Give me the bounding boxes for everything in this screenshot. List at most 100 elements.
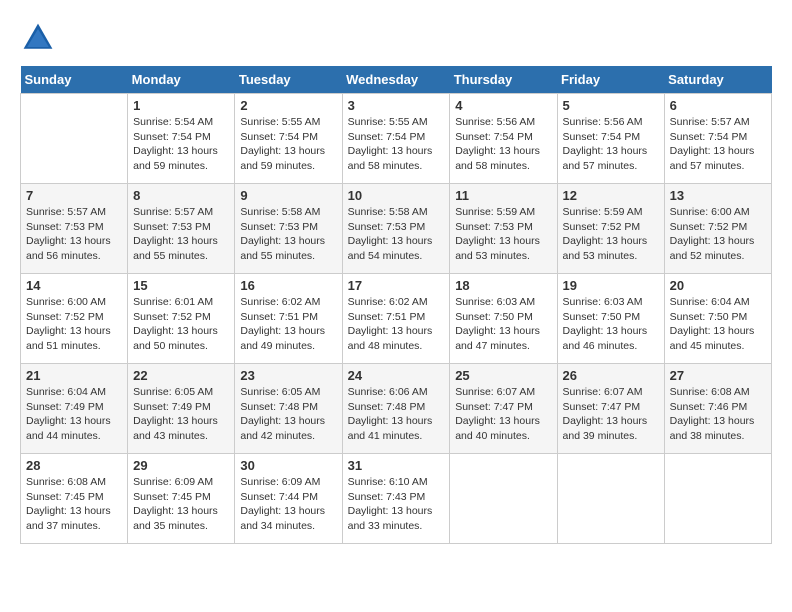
calendar-cell: 9 Sunrise: 5:58 AMSunset: 7:53 PMDaylight… [235,184,342,274]
day-number: 20 [670,278,766,293]
calendar-cell: 14 Sunrise: 6:00 AMSunset: 7:52 PMDayligh… [21,274,128,364]
calendar-cell: 21Sunrise: 6:04 AMSunset: 7:49 PMDayligh… [21,364,128,454]
weekday-header: Wednesday [342,66,450,94]
weekday-header: Sunday [21,66,128,94]
calendar-cell: 30 Sunrise: 6:09 AMSunset: 7:44 PMDayligh… [235,454,342,544]
day-info: Sunrise: 5:59 AMSunset: 7:53 PMDaylight:… [455,205,551,264]
weekday-header: Saturday [664,66,771,94]
calendar-cell: 15 Sunrise: 6:01 AMSunset: 7:52 PMDayligh… [128,274,235,364]
calendar-cell: 22 Sunrise: 6:05 AMSunset: 7:49 PMDayligh… [128,364,235,454]
day-number: 11 [455,188,551,203]
calendar-cell: 12 Sunrise: 5:59 AMSunset: 7:52 PMDayligh… [557,184,664,274]
calendar-cell: 29 Sunrise: 6:09 AMSunset: 7:45 PMDayligh… [128,454,235,544]
weekday-header-row: SundayMondayTuesdayWednesdayThursdayFrid… [21,66,772,94]
calendar-cell [450,454,557,544]
calendar-cell: 1 Sunrise: 5:54 AMSunset: 7:54 PMDaylight… [128,94,235,184]
day-info: Sunrise: 6:10 AMSunset: 7:43 PMDaylight:… [348,475,445,534]
day-info: Sunrise: 6:04 AMSunset: 7:50 PMDaylight:… [670,295,766,354]
day-info: Sunrise: 6:01 AMSunset: 7:52 PMDaylight:… [133,295,229,354]
day-number: 22 [133,368,229,383]
page-header [20,20,772,56]
calendar-cell: 3 Sunrise: 5:55 AMSunset: 7:54 PMDaylight… [342,94,450,184]
day-info: Sunrise: 6:08 AMSunset: 7:46 PMDaylight:… [670,385,766,444]
calendar-cell: 6Sunrise: 5:57 AMSunset: 7:54 PMDaylight… [664,94,771,184]
day-number: 31 [348,458,445,473]
day-info: Sunrise: 6:02 AMSunset: 7:51 PMDaylight:… [240,295,336,354]
day-info: Sunrise: 5:55 AMSunset: 7:54 PMDaylight:… [348,115,445,174]
calendar-cell: 11 Sunrise: 5:59 AMSunset: 7:53 PMDayligh… [450,184,557,274]
day-number: 4 [455,98,551,113]
logo [20,20,62,56]
calendar-week-row: 1 Sunrise: 5:54 AMSunset: 7:54 PMDaylight… [21,94,772,184]
day-info: Sunrise: 6:05 AMSunset: 7:49 PMDaylight:… [133,385,229,444]
day-number: 30 [240,458,336,473]
day-info: Sunrise: 6:05 AMSunset: 7:48 PMDaylight:… [240,385,336,444]
day-number: 16 [240,278,336,293]
day-info: Sunrise: 6:07 AMSunset: 7:47 PMDaylight:… [563,385,659,444]
calendar-cell: 26 Sunrise: 6:07 AMSunset: 7:47 PMDayligh… [557,364,664,454]
day-info: Sunrise: 5:57 AMSunset: 7:53 PMDaylight:… [26,205,122,264]
day-info: Sunrise: 5:58 AMSunset: 7:53 PMDaylight:… [240,205,336,264]
day-info: Sunrise: 6:02 AMSunset: 7:51 PMDaylight:… [348,295,445,354]
day-number: 7 [26,188,122,203]
day-number: 29 [133,458,229,473]
day-number: 14 [26,278,122,293]
day-number: 10 [348,188,445,203]
day-info: Sunrise: 5:57 AMSunset: 7:54 PMDaylight:… [670,115,766,174]
day-number: 1 [133,98,229,113]
calendar-cell: 7 Sunrise: 5:57 AMSunset: 7:53 PMDaylight… [21,184,128,274]
calendar-cell: 23Sunrise: 6:05 AMSunset: 7:48 PMDayligh… [235,364,342,454]
weekday-header: Thursday [450,66,557,94]
calendar-cell: 19 Sunrise: 6:03 AMSunset: 7:50 PMDayligh… [557,274,664,364]
day-info: Sunrise: 6:09 AMSunset: 7:45 PMDaylight:… [133,475,229,534]
calendar-cell: 27 Sunrise: 6:08 AMSunset: 7:46 PMDayligh… [664,364,771,454]
day-info: Sunrise: 5:56 AMSunset: 7:54 PMDaylight:… [563,115,659,174]
calendar-table: SundayMondayTuesdayWednesdayThursdayFrid… [20,66,772,544]
calendar-cell: 2 Sunrise: 5:55 AMSunset: 7:54 PMDaylight… [235,94,342,184]
day-info: Sunrise: 5:59 AMSunset: 7:52 PMDaylight:… [563,205,659,264]
day-info: Sunrise: 6:03 AMSunset: 7:50 PMDaylight:… [563,295,659,354]
calendar-cell: 16 Sunrise: 6:02 AMSunset: 7:51 PMDayligh… [235,274,342,364]
logo-icon [20,20,56,56]
day-info: Sunrise: 6:03 AMSunset: 7:50 PMDaylight:… [455,295,551,354]
day-number: 17 [348,278,445,293]
day-number: 27 [670,368,766,383]
day-info: Sunrise: 6:07 AMSunset: 7:47 PMDaylight:… [455,385,551,444]
calendar-week-row: 7 Sunrise: 5:57 AMSunset: 7:53 PMDaylight… [21,184,772,274]
calendar-cell [21,94,128,184]
day-number: 8 [133,188,229,203]
day-number: 28 [26,458,122,473]
day-number: 18 [455,278,551,293]
day-number: 3 [348,98,445,113]
calendar-cell: 28Sunrise: 6:08 AMSunset: 7:45 PMDayligh… [21,454,128,544]
day-info: Sunrise: 6:06 AMSunset: 7:48 PMDaylight:… [348,385,445,444]
calendar-cell: 18 Sunrise: 6:03 AMSunset: 7:50 PMDayligh… [450,274,557,364]
weekday-header: Tuesday [235,66,342,94]
day-info: Sunrise: 5:58 AMSunset: 7:53 PMDaylight:… [348,205,445,264]
calendar-cell: 31 Sunrise: 6:10 AMSunset: 7:43 PMDayligh… [342,454,450,544]
calendar-cell: 10 Sunrise: 5:58 AMSunset: 7:53 PMDayligh… [342,184,450,274]
day-info: Sunrise: 5:56 AMSunset: 7:54 PMDaylight:… [455,115,551,174]
calendar-week-row: 21Sunrise: 6:04 AMSunset: 7:49 PMDayligh… [21,364,772,454]
day-number: 19 [563,278,659,293]
day-number: 15 [133,278,229,293]
calendar-cell: 20 Sunrise: 6:04 AMSunset: 7:50 PMDayligh… [664,274,771,364]
day-number: 24 [348,368,445,383]
day-number: 9 [240,188,336,203]
day-info: Sunrise: 5:57 AMSunset: 7:53 PMDaylight:… [133,205,229,264]
day-info: Sunrise: 6:04 AMSunset: 7:49 PMDaylight:… [26,385,122,444]
day-number: 12 [563,188,659,203]
weekday-header: Friday [557,66,664,94]
day-info: Sunrise: 6:09 AMSunset: 7:44 PMDaylight:… [240,475,336,534]
day-info: Sunrise: 5:55 AMSunset: 7:54 PMDaylight:… [240,115,336,174]
day-info: Sunrise: 5:54 AMSunset: 7:54 PMDaylight:… [133,115,229,174]
calendar-cell: 25Sunrise: 6:07 AMSunset: 7:47 PMDayligh… [450,364,557,454]
day-number: 2 [240,98,336,113]
day-number: 13 [670,188,766,203]
calendar-cell: 8 Sunrise: 5:57 AMSunset: 7:53 PMDaylight… [128,184,235,274]
calendar-cell: 13Sunrise: 6:00 AMSunset: 7:52 PMDayligh… [664,184,771,274]
calendar-week-row: 28Sunrise: 6:08 AMSunset: 7:45 PMDayligh… [21,454,772,544]
day-number: 26 [563,368,659,383]
day-info: Sunrise: 6:00 AMSunset: 7:52 PMDaylight:… [26,295,122,354]
calendar-cell: 24 Sunrise: 6:06 AMSunset: 7:48 PMDayligh… [342,364,450,454]
